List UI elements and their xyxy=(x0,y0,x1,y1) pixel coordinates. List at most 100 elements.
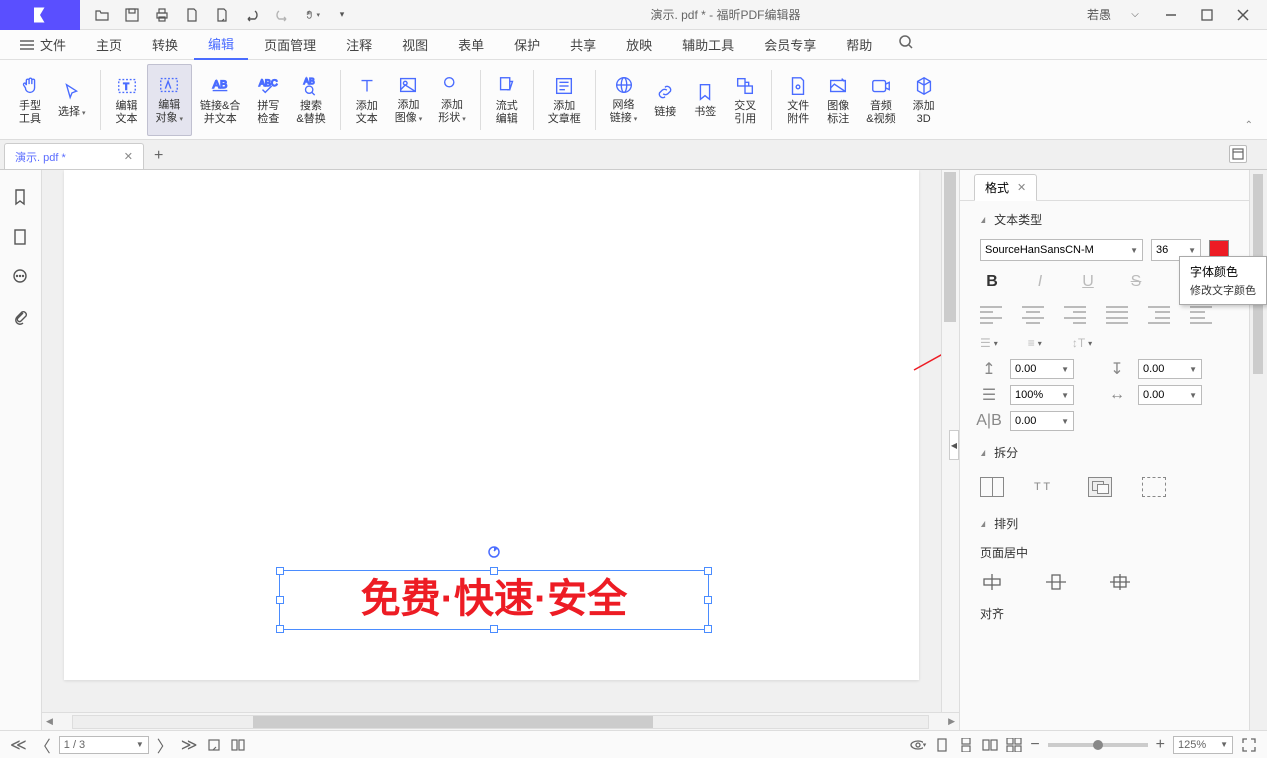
resize-handle-s[interactable] xyxy=(490,625,498,633)
bold-button[interactable]: B xyxy=(980,270,1004,294)
bookmark-icon[interactable] xyxy=(11,188,31,208)
undo-icon[interactable] xyxy=(244,7,260,23)
zoom-level-input[interactable]: 125%▼ xyxy=(1173,736,1233,754)
menu-share[interactable]: 共享 xyxy=(556,30,610,59)
ribbon-edit-object[interactable]: 编辑 对象▾ xyxy=(147,64,193,136)
menu-view[interactable]: 视图 xyxy=(388,30,442,59)
prev-page-button[interactable]: 〈 xyxy=(35,733,51,757)
number-list-button[interactable]: ≡▾ xyxy=(1028,336,1042,350)
align-center-button[interactable] xyxy=(1022,306,1044,324)
char-spacing-input[interactable]: 0.00▼ xyxy=(1138,385,1202,405)
horizontal-scrollbar[interactable]: ◀ ▶ xyxy=(42,712,959,730)
underline-button[interactable]: U xyxy=(1076,270,1100,294)
center-both-button[interactable] xyxy=(1108,573,1132,591)
next-page-button[interactable]: 〉 xyxy=(157,733,173,757)
hand-icon[interactable]: ▾ xyxy=(304,7,320,23)
menu-edit[interactable]: 编辑 xyxy=(194,29,248,60)
ribbon-bookmark[interactable]: 书签 xyxy=(685,64,725,136)
line-height-input[interactable]: 100%▼ xyxy=(1010,385,1074,405)
line-height-button[interactable]: ↕T▾ xyxy=(1072,336,1092,350)
facing-page-icon[interactable] xyxy=(982,737,998,753)
close-panel-icon[interactable]: ✕ xyxy=(1017,181,1026,194)
last-page-button[interactable]: ≫ xyxy=(181,735,198,755)
align-justify-button[interactable] xyxy=(1106,306,1128,324)
page-icon[interactable] xyxy=(184,7,200,23)
menu-page[interactable]: 页面管理 xyxy=(250,30,330,59)
user-dropdown-icon[interactable]: ⌵ xyxy=(1123,3,1147,27)
continuous-page-icon[interactable] xyxy=(958,737,974,753)
italic-button[interactable]: I xyxy=(1028,270,1052,294)
menu-vip[interactable]: 会员专享 xyxy=(750,30,830,59)
ribbon-add-image[interactable]: 添加 图像▾ xyxy=(387,64,431,136)
user-name[interactable]: 若愚 xyxy=(1087,6,1111,23)
resize-handle-sw[interactable] xyxy=(276,625,284,633)
ribbon-collapse-icon[interactable]: ⌃ xyxy=(1241,116,1257,135)
center-horizontal-button[interactable] xyxy=(980,573,1004,591)
bullet-list-button[interactable]: ☰▾ xyxy=(980,336,998,350)
ribbon-spell-check[interactable]: ABC拼写 检查 xyxy=(248,64,288,136)
indent-increase-button[interactable] xyxy=(1190,306,1212,324)
view-mode-icon[interactable]: ▾ xyxy=(910,737,926,753)
menu-home[interactable]: 主页 xyxy=(82,30,136,59)
ribbon-add-text[interactable]: 添加 文本 xyxy=(347,64,387,136)
ribbon-hand-tool[interactable]: 手型 工具 xyxy=(10,64,50,136)
page-number-input[interactable]: 1 / 3▼ xyxy=(59,736,149,754)
first-page-button[interactable]: ≪ xyxy=(10,735,27,755)
resize-handle-ne[interactable] xyxy=(704,567,712,575)
ribbon-flow-edit[interactable]: 流式 编辑 xyxy=(487,64,527,136)
split-text-button[interactable]: T T xyxy=(1034,477,1058,497)
ribbon-add-article[interactable]: 添加 文章框 xyxy=(540,64,589,136)
ribbon-add-3d[interactable]: 添加 3D xyxy=(904,64,944,136)
ribbon-search-replace[interactable]: AB搜索 &替换 xyxy=(288,64,333,136)
font-family-select[interactable]: SourceHanSansCN-M▼ xyxy=(980,239,1143,261)
resize-handle-se[interactable] xyxy=(704,625,712,633)
section-text-type[interactable]: 文本类型 xyxy=(960,201,1249,236)
panel-tab-format[interactable]: 格式✕ xyxy=(974,174,1037,201)
resize-handle-nw[interactable] xyxy=(276,567,284,575)
page2-icon[interactable] xyxy=(214,7,230,23)
align-right-button[interactable] xyxy=(1064,306,1086,324)
zoom-out-button[interactable]: − xyxy=(1030,736,1039,754)
panel-scrollbar[interactable] xyxy=(1249,170,1267,730)
pdf-page[interactable]: 免费·快速·安全 xyxy=(64,170,919,680)
merge-button[interactable] xyxy=(1088,477,1112,497)
ribbon-audio-video[interactable]: 音频 &视频 xyxy=(858,64,903,136)
fullscreen-icon[interactable] xyxy=(1241,737,1257,753)
menu-convert[interactable]: 转换 xyxy=(138,30,192,59)
zoom-in-button[interactable]: + xyxy=(1156,736,1165,754)
single-page-icon[interactable] xyxy=(934,737,950,753)
resize-handle-n[interactable] xyxy=(490,567,498,575)
print-icon[interactable] xyxy=(154,7,170,23)
page-layout-icon-1[interactable] xyxy=(206,737,222,753)
menu-tools[interactable]: 辅助工具 xyxy=(668,30,748,59)
ribbon-add-shape[interactable]: 添加 形状▾ xyxy=(430,64,474,136)
spacing-after-input[interactable]: 0.00▼ xyxy=(1138,359,1202,379)
maximize-button[interactable] xyxy=(1195,3,1219,27)
pages-icon[interactable] xyxy=(11,228,31,248)
menu-form[interactable]: 表单 xyxy=(444,30,498,59)
reading-mode-icon[interactable] xyxy=(1229,145,1247,163)
new-tab-button[interactable]: + xyxy=(144,143,173,169)
unlink-button[interactable] xyxy=(1142,477,1166,497)
close-button[interactable] xyxy=(1231,3,1255,27)
page-layout-icon-2[interactable] xyxy=(230,737,246,753)
split-vertical-button[interactable] xyxy=(980,477,1004,497)
menu-comment[interactable]: 注释 xyxy=(332,30,386,59)
attachment-icon[interactable] xyxy=(11,308,31,328)
indent-decrease-button[interactable] xyxy=(1148,306,1170,324)
menu-protect[interactable]: 保护 xyxy=(500,30,554,59)
section-split[interactable]: 拆分 xyxy=(960,434,1249,469)
document-tab[interactable]: 演示. pdf * ✕ xyxy=(4,143,144,169)
close-tab-icon[interactable]: ✕ xyxy=(124,150,133,163)
ribbon-web-link[interactable]: 网络 链接▾ xyxy=(602,64,646,136)
open-icon[interactable] xyxy=(94,7,110,23)
strikethrough-button[interactable]: S xyxy=(1124,270,1148,294)
ribbon-link-merge[interactable]: AB链接&合 并文本 xyxy=(192,64,248,136)
continuous-facing-icon[interactable] xyxy=(1006,737,1022,753)
spacing-before-input[interactable]: 0.00▼ xyxy=(1010,359,1074,379)
center-vertical-button[interactable] xyxy=(1044,573,1068,591)
menu-play[interactable]: 放映 xyxy=(612,30,666,59)
rotate-handle-icon[interactable] xyxy=(487,545,501,559)
zoom-slider[interactable] xyxy=(1048,743,1148,747)
search-icon[interactable] xyxy=(898,34,914,55)
